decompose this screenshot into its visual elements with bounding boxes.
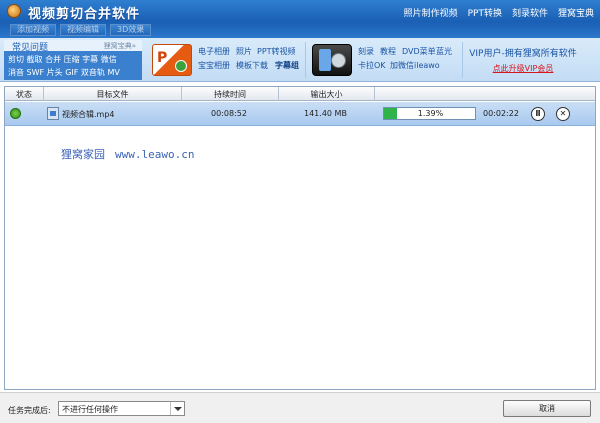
header-divider <box>374 87 375 101</box>
vip-panel: VIP用户-拥有狸窝所有软件 点此升级VIP会员 <box>452 46 594 74</box>
faq-guide-link[interactable]: 狸窝宝典» <box>104 41 136 51</box>
faq-panel: 常见问题 狸窝宝典» 剪切 截取 合并 压缩 字幕 微信 消音 SWF 片头 G… <box>4 40 142 80</box>
window-title: 视频剪切合并软件 <box>28 7 141 22</box>
stop-button[interactable]: ✕ <box>556 107 570 121</box>
phone-dvd-icon[interactable] <box>312 44 352 76</box>
chevron-down-icon[interactable] <box>170 402 184 415</box>
faq-topics-row-1[interactable]: 剪切 截取 合并 压缩 字幕 微信 <box>8 54 117 65</box>
link-subtitle-group[interactable]: 字幕组 <box>275 60 299 71</box>
watermark: 狸窝家园 www.leawo.cn <box>61 146 194 162</box>
toolbar: 添加视频 视频编辑 3D效果 <box>0 22 600 38</box>
3d-effect-button[interactable]: 3D效果 <box>110 24 152 36</box>
link-ppt-to-video[interactable]: PPT转视频 <box>257 46 296 57</box>
link-baby-album[interactable]: 宝宝相册 <box>198 60 230 71</box>
row-size: 141.40 MB <box>304 109 347 118</box>
after-complete-select[interactable]: 不进行任何操作 <box>58 401 185 416</box>
video-file-icon <box>47 107 59 120</box>
vip-upgrade-link[interactable]: 点此升级VIP会员 <box>452 63 594 74</box>
title-bar: 视频剪切合并软件 照片制作视频 PPT转换 刻录软件 狸窝宝典 <box>0 0 600 22</box>
converting-status-icon <box>10 108 21 119</box>
ppt-icon[interactable]: P <box>152 44 192 76</box>
watermark-name: 狸窝家园 <box>61 148 105 161</box>
link-ppt-convert[interactable]: PPT转换 <box>468 6 502 19</box>
row-file-name: 视频合辑.mp4 <box>62 110 115 119</box>
link-tutorial[interactable]: 教程 <box>380 46 396 57</box>
link-burn[interactable]: 刻录 <box>358 46 374 57</box>
link-burn-software[interactable]: 刻录软件 <box>512 6 548 19</box>
add-video-button[interactable]: 添加视频 <box>10 24 56 36</box>
progress-text: 1.39% <box>417 109 444 118</box>
bottom-bar: 任务完成后: 不进行任何操作 取消 <box>0 392 600 423</box>
watermark-site: www.leawo.cn <box>115 148 195 161</box>
link-dvd-menu[interactable]: DVD菜单 <box>402 46 436 57</box>
header-size: 输出大小 <box>310 90 343 99</box>
table-header: 状态 目标文件 持续时间 输出大小 <box>5 87 595 101</box>
link-template-download[interactable]: 模板下载 <box>236 60 268 71</box>
top-links: 照片制作视频 PPT转换 刻录软件 狸窝宝典 <box>404 6 594 19</box>
link-karaoke[interactable]: 卡拉OK <box>358 60 386 71</box>
cancel-button[interactable]: 取消 <box>503 400 591 417</box>
promo-banner: 常见问题 狸窝宝典» 剪切 截取 合并 压缩 字幕 微信 消音 SWF 片头 G… <box>0 38 600 82</box>
faq-title[interactable]: 常见问题 <box>12 40 48 53</box>
edit-video-button[interactable]: 视频编辑 <box>60 24 106 36</box>
link-wechat[interactable]: 加微信ileawo <box>390 60 440 71</box>
link-e-album[interactable]: 电子相册 <box>198 46 230 57</box>
table-row[interactable]: 视频合辑.mp4 00:08:52 141.40 MB 1.39% 00:02:… <box>5 102 595 126</box>
link-bluray[interactable]: 蓝光 <box>436 46 452 57</box>
header-file: 目标文件 <box>96 90 129 99</box>
banner-divider <box>305 42 306 78</box>
faq-topics-row-2[interactable]: 消音 SWF 片头 GIF 双音轨 MV <box>8 67 120 78</box>
header-duration: 持续时间 <box>214 90 246 99</box>
row-duration: 00:08:52 <box>211 109 247 118</box>
link-photo-video[interactable]: 照片制作视频 <box>404 6 458 19</box>
row-remaining-time: 00:02:22 <box>483 109 519 118</box>
task-table: 状态 目标文件 持续时间 输出大小 视频合辑.mp4 00:08:52 141.… <box>4 86 596 390</box>
app-logo-icon <box>7 4 21 18</box>
vip-text: VIP用户-拥有狸窝所有软件 <box>469 49 577 59</box>
link-photo[interactable]: 照片 <box>236 46 252 57</box>
header-status: 状态 <box>16 90 32 99</box>
after-complete-value: 不进行任何操作 <box>62 405 118 414</box>
progress-bar: 1.39% <box>383 107 476 120</box>
pause-button[interactable]: Ⅱ <box>531 107 545 121</box>
link-leawo-guide[interactable]: 狸窝宝典 <box>558 6 594 19</box>
after-complete-label: 任务完成后: <box>8 406 51 415</box>
